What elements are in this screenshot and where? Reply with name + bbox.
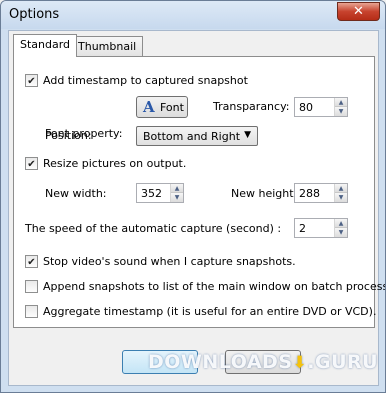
spin-down-arrow-icon[interactable]: ▼: [335, 107, 347, 116]
new-width-spinner[interactable]: 352 ▲ ▼: [136, 183, 184, 203]
transparency-value: 80: [299, 101, 313, 114]
downloads-guru-watermark: DOWNLOADS⬇.GURU: [148, 351, 378, 373]
new-width-value: 352: [141, 187, 162, 200]
capture-speed-spinner[interactable]: 2 ▲ ▼: [294, 218, 348, 238]
spin-down-arrow-icon[interactable]: ▼: [335, 228, 347, 237]
capture-speed-value: 2: [299, 222, 306, 235]
spin-up-arrow-icon[interactable]: ▲: [335, 98, 347, 107]
position-label: Position:: [45, 129, 92, 142]
spin-up-arrow-icon[interactable]: ▲: [335, 184, 347, 193]
close-button[interactable]: ✕: [337, 2, 380, 21]
stop-sound-checkbox[interactable]: [25, 255, 38, 268]
append-snapshots-label: Append snapshots to list of the main win…: [43, 280, 386, 293]
font-button[interactable]: A Font: [136, 96, 188, 118]
spin-up-arrow-icon[interactable]: ▲: [335, 219, 347, 228]
dialog-client: Standard Thumbnail Add timestamp to capt…: [8, 30, 385, 386]
new-height-spinner[interactable]: 288 ▲ ▼: [294, 183, 348, 203]
font-letter-A-icon: A: [143, 98, 155, 116]
spin-down-arrow-icon[interactable]: ▼: [171, 193, 183, 202]
watermark-text-left: DOWNLOADS: [148, 351, 293, 373]
transparency-label: Transparancy:: [213, 100, 290, 113]
aggregate-timestamp-checkbox[interactable]: [25, 305, 38, 318]
options-window: Options ✕ Standard Thumbnail Add timesta…: [0, 0, 386, 393]
spin-down-arrow-icon[interactable]: ▼: [335, 193, 347, 202]
tab-thumbnail[interactable]: Thumbnail: [71, 36, 144, 57]
position-dropdown[interactable]: Bottom and Right ▼: [136, 126, 258, 146]
new-height-label: New height:: [231, 187, 298, 200]
transparency-spinner[interactable]: 80 ▲ ▼: [294, 97, 348, 117]
spin-up-arrow-icon[interactable]: ▲: [171, 184, 183, 193]
new-width-label: New width:: [45, 187, 107, 200]
tab-standard[interactable]: Standard: [13, 34, 78, 57]
title-bar[interactable]: Options ✕: [1, 1, 385, 29]
append-snapshots-checkbox[interactable]: [25, 280, 38, 293]
window-title: Options: [9, 7, 60, 22]
timestamp-checkbox[interactable]: [25, 74, 38, 87]
aggregate-timestamp-label: Aggregate timestamp (it is useful for an…: [43, 305, 377, 318]
new-height-value: 288: [299, 187, 320, 200]
chevron-down-icon: ▼: [244, 130, 251, 140]
stop-sound-label: Stop video's sound when I capture snapsh…: [43, 255, 296, 268]
standard-panel: Add timestamp to captured snapshot Font …: [13, 56, 385, 328]
download-arrow-icon: ⬇: [292, 353, 308, 373]
capture-speed-label: The speed of the automatic capture (seco…: [25, 222, 282, 235]
font-button-label: Font: [160, 101, 184, 114]
resize-label: Resize pictures on output.: [43, 157, 187, 170]
close-icon: ✕: [353, 4, 364, 19]
position-value: Bottom and Right: [143, 130, 241, 143]
watermark-text-right: .GURU: [307, 351, 379, 373]
resize-checkbox[interactable]: [25, 157, 38, 170]
timestamp-label: Add timestamp to captured snapshot: [43, 74, 248, 87]
